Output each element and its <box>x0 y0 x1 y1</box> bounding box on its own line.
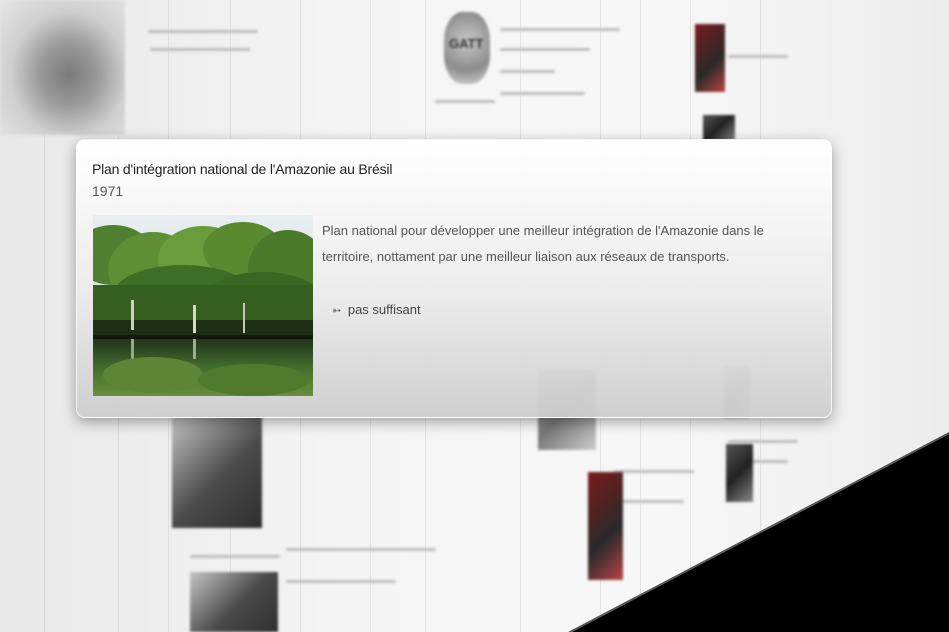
event-text <box>500 70 555 73</box>
amazon-forest-photo <box>93 215 313 396</box>
event-text <box>500 92 585 95</box>
event-thumbnail[interactable] <box>588 472 623 580</box>
south-america-map-thumbnail[interactable] <box>0 0 125 135</box>
event-text <box>148 30 258 33</box>
event-text <box>728 55 788 58</box>
double-arrow-icon: ➳ <box>332 305 342 317</box>
event-text <box>500 48 590 51</box>
event-text <box>286 580 396 583</box>
event-thumbnail[interactable] <box>172 416 262 528</box>
event-thumbnail[interactable] <box>726 444 753 502</box>
pas-suffisant-link[interactable]: ➳ pas suffisant <box>332 302 421 317</box>
event-text <box>435 100 495 103</box>
gatt-logo-text: GATT <box>449 36 484 51</box>
event-text <box>150 48 250 51</box>
popup-year: 1971 <box>92 183 124 199</box>
event-thumbnail[interactable] <box>703 115 735 141</box>
event-text <box>614 470 694 473</box>
event-thumbnail[interactable] <box>695 24 725 92</box>
event-text <box>286 548 436 551</box>
event-text <box>190 555 280 558</box>
event-text <box>728 440 798 443</box>
popup-link-label: pas suffisant <box>347 302 421 317</box>
event-thumbnail[interactable] <box>190 572 278 632</box>
popup-description: Plan national pour développer une meille… <box>322 223 764 264</box>
event-text <box>614 500 684 503</box>
popup-title: Plan d'intégration national de l'Amazoni… <box>92 161 393 177</box>
event-text <box>500 28 620 31</box>
event-detail-popup[interactable]: Plan d'intégration national de l'Amazoni… <box>76 139 832 418</box>
